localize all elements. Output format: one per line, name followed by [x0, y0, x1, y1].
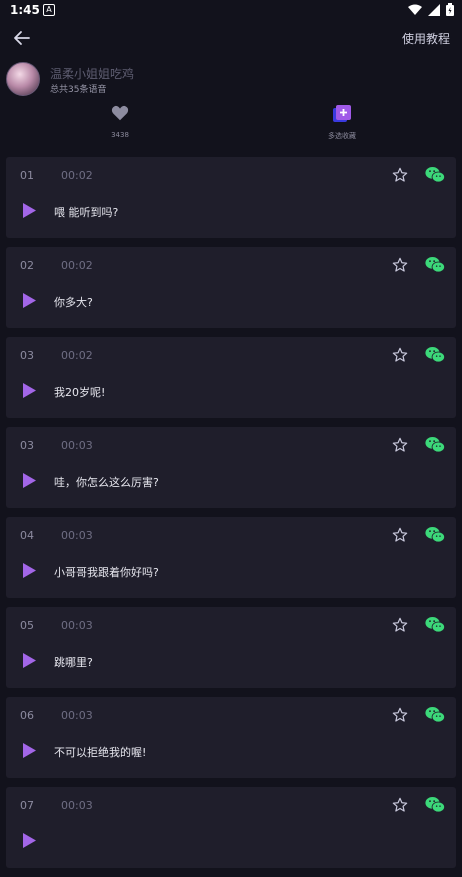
- play-icon[interactable]: [22, 653, 36, 668]
- voice-duration: 00:02: [61, 169, 93, 182]
- star-icon[interactable]: [392, 707, 408, 723]
- voice-number: 06: [20, 709, 34, 722]
- status-time: 1:45: [10, 3, 40, 17]
- play-icon[interactable]: [22, 563, 36, 578]
- voice-number: 07: [20, 799, 34, 812]
- multi-collect-label: 多选收藏: [328, 132, 356, 140]
- multi-select-collect-icon: [333, 105, 351, 122]
- like-stat[interactable]: 3438: [60, 105, 180, 139]
- voice-number: 04: [20, 529, 34, 542]
- voice-duration: 00:02: [61, 349, 93, 362]
- play-icon[interactable]: [22, 473, 36, 488]
- status-bar: 1:45 A: [0, 0, 462, 22]
- wechat-share-icon[interactable]: [425, 526, 445, 543]
- signal-icon: [428, 3, 440, 16]
- voice-card[interactable]: 04 00:03 小哥哥我跟着你好吗?: [6, 517, 456, 598]
- wechat-share-icon[interactable]: [425, 256, 445, 273]
- star-icon[interactable]: [392, 527, 408, 543]
- wechat-share-icon[interactable]: [425, 346, 445, 363]
- voice-number: 03: [20, 349, 34, 362]
- star-icon[interactable]: [392, 167, 408, 183]
- voice-duration: 00:03: [61, 709, 93, 722]
- voice-list: 01 00:02 喂 能听到吗? 02 00:02 你多大? 03 00:02 …: [6, 157, 456, 877]
- arrow-left-icon[interactable]: [10, 26, 34, 50]
- stats-bar: 3438 多选收藏: [0, 105, 462, 155]
- battery-icon: [446, 3, 454, 16]
- profile-name: 温柔小姐姐吃鸡: [50, 67, 135, 81]
- wechat-share-icon[interactable]: [425, 436, 445, 453]
- voice-duration: 00:03: [61, 619, 93, 632]
- voice-card[interactable]: 01 00:02 喂 能听到吗?: [6, 157, 456, 238]
- voice-duration: 00:03: [61, 439, 93, 452]
- wechat-share-icon[interactable]: [425, 616, 445, 633]
- star-icon[interactable]: [392, 617, 408, 633]
- voice-card[interactable]: 03 00:03 哇，你怎么这么厉害?: [6, 427, 456, 508]
- play-icon[interactable]: [22, 293, 36, 308]
- voice-text: 哇，你怎么这么厉害?: [54, 476, 159, 489]
- play-icon[interactable]: [22, 383, 36, 398]
- voice-card[interactable]: 05 00:03 跳哪里?: [6, 607, 456, 688]
- voice-number: 02: [20, 259, 34, 272]
- wechat-share-icon[interactable]: [425, 706, 445, 723]
- voice-number: 05: [20, 619, 34, 632]
- notification-icon: A: [43, 4, 55, 16]
- voice-duration: 00:03: [61, 799, 93, 812]
- wechat-share-icon[interactable]: [425, 796, 445, 813]
- voice-text: 不可以拒绝我的喔!: [54, 746, 147, 759]
- voice-count: 总共35条语音: [50, 85, 107, 95]
- voice-number: 03: [20, 439, 34, 452]
- star-icon[interactable]: [392, 257, 408, 273]
- voice-text: 你多大?: [54, 296, 93, 309]
- like-count: 3438: [111, 131, 129, 139]
- wifi-icon: [408, 4, 422, 15]
- play-icon[interactable]: [22, 833, 36, 848]
- heart-icon: [111, 105, 129, 121]
- tutorial-link[interactable]: 使用教程: [402, 30, 450, 47]
- status-icons: [408, 3, 454, 16]
- wechat-share-icon[interactable]: [425, 166, 445, 183]
- top-bar: 使用教程: [0, 22, 462, 54]
- voice-number: 01: [20, 169, 34, 182]
- voice-duration: 00:02: [61, 259, 93, 272]
- voice-text: 小哥哥我跟着你好吗?: [54, 566, 159, 579]
- voice-card[interactable]: 07 00:03: [6, 787, 456, 868]
- play-icon[interactable]: [22, 203, 36, 218]
- voice-text: 跳哪里?: [54, 656, 93, 669]
- voice-card[interactable]: 02 00:02 你多大?: [6, 247, 456, 328]
- voice-card[interactable]: 06 00:03 不可以拒绝我的喔!: [6, 697, 456, 778]
- voice-text: 喂 能听到吗?: [54, 206, 119, 219]
- play-icon[interactable]: [22, 743, 36, 758]
- star-icon[interactable]: [392, 437, 408, 453]
- star-icon[interactable]: [392, 797, 408, 813]
- avatar: [6, 62, 40, 96]
- multi-collect-button[interactable]: 多选收藏: [282, 105, 402, 141]
- profile-header: 温柔小姐姐吃鸡 总共35条语音: [0, 60, 462, 100]
- voice-duration: 00:03: [61, 529, 93, 542]
- star-icon[interactable]: [392, 347, 408, 363]
- voice-text: 我20岁呢!: [54, 386, 106, 399]
- voice-card[interactable]: 03 00:02 我20岁呢!: [6, 337, 456, 418]
